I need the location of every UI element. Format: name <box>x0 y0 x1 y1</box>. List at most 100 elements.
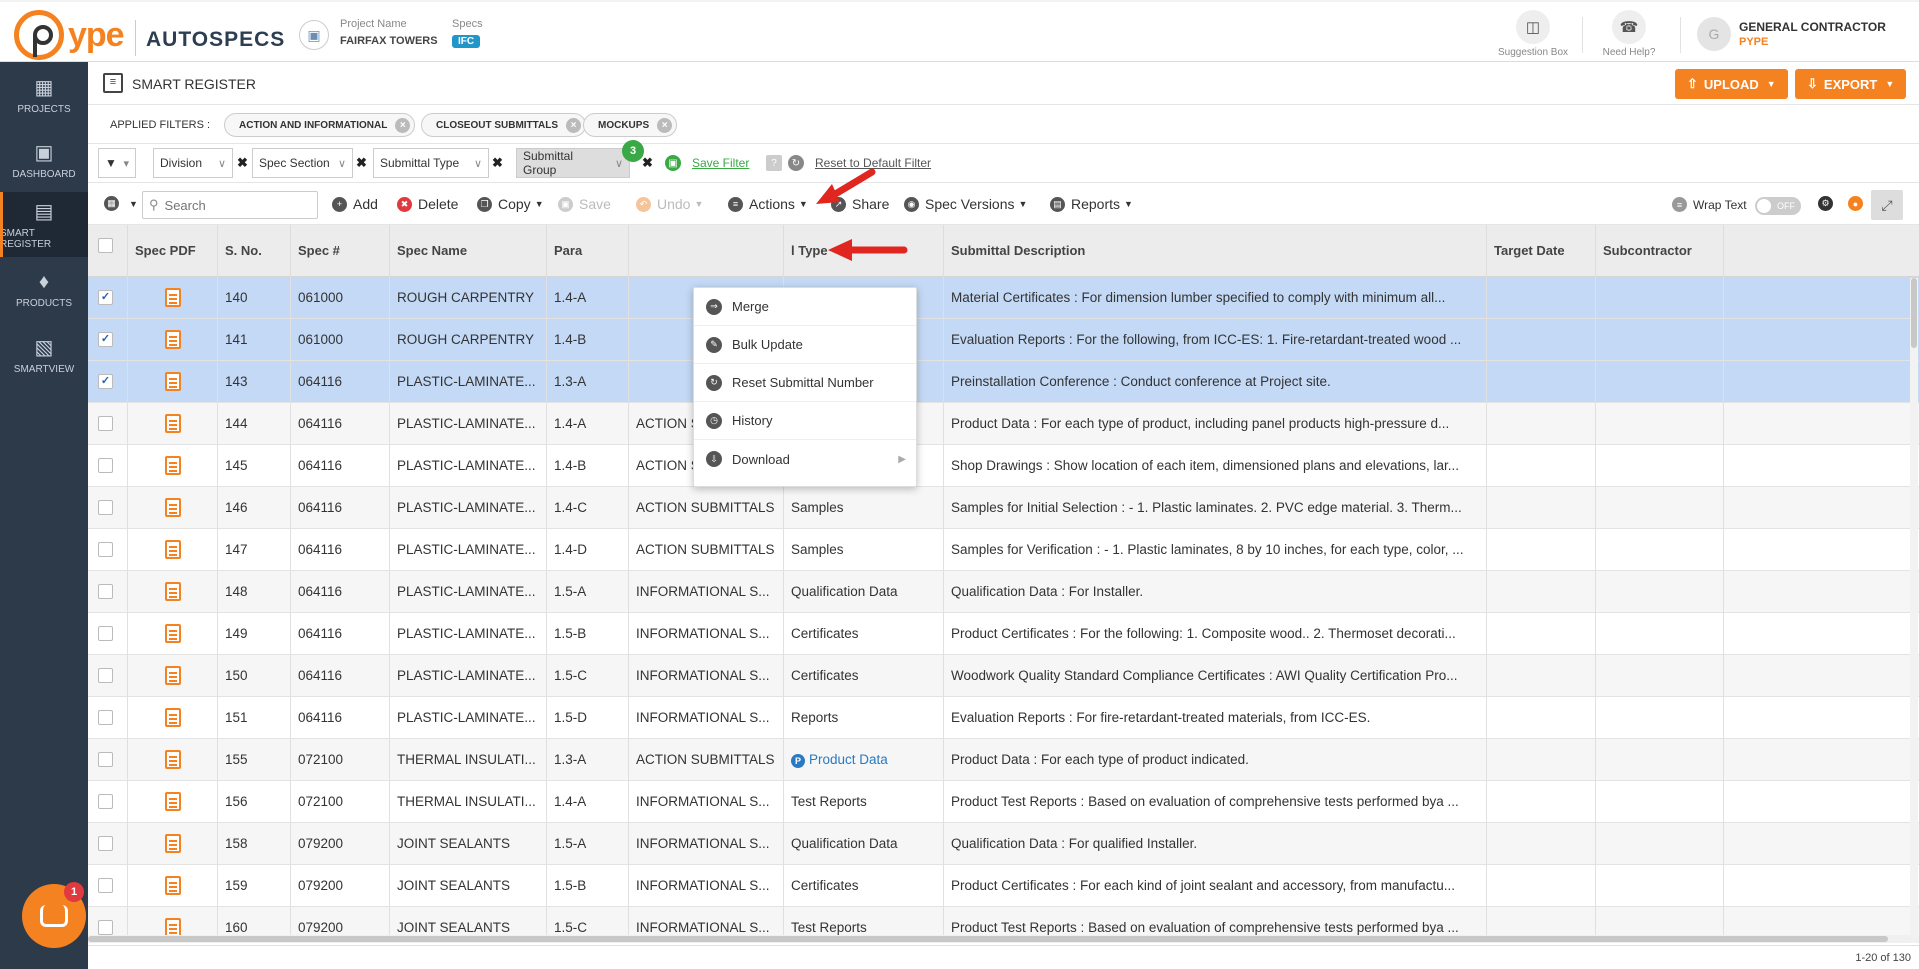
grid-cell[interactable]: PLASTIC-LAMINATE... <box>390 697 547 739</box>
grid-cell[interactable]: 072100 <box>291 739 390 781</box>
grid-cell[interactable] <box>128 277 218 319</box>
grid-cell[interactable]: Product Test Reports : Based on evaluati… <box>944 781 1487 823</box>
table-row[interactable]: 147 064116 PLASTIC-LAMINATE... 1.4-D ACTION … <box>88 529 1919 571</box>
column-header[interactable]: Spec # <box>291 225 390 277</box>
grid-cell[interactable]: 148 <box>218 571 291 613</box>
table-row[interactable]: 149 064116 PLASTIC-LAMINATE... 1.5-B INFORMA… <box>88 613 1919 655</box>
grid-cell[interactable]: 141 <box>218 319 291 361</box>
filter-chip[interactable]: ACTION AND INFORMATIONAL × <box>224 113 416 137</box>
filter-chip[interactable]: MOCKUPS × <box>583 113 678 137</box>
filter-chip[interactable]: CLOSEOUT SUBMITTALS × <box>421 113 587 137</box>
grid-cell[interactable] <box>128 781 218 823</box>
pdf-icon[interactable] <box>164 750 181 769</box>
grid-cell[interactable]: ACTION SUBMITTALS <box>629 487 784 529</box>
grid-cell[interactable]: Test Reports <box>784 781 944 823</box>
table-row[interactable]: ✓140061000ROUGH CARPENTRY1.4-AficatesMat… <box>88 277 1919 319</box>
division-remove-icon[interactable]: ✖ <box>237 155 248 171</box>
grid-cell[interactable]: 1.5-D <box>547 697 629 739</box>
grid-cell[interactable]: PLASTIC-LAMINATE... <box>390 403 547 445</box>
subcontractor-cell[interactable] <box>1596 865 1724 907</box>
subcontractor-cell[interactable] <box>1596 361 1724 403</box>
grid-cell[interactable]: Shop Drawings : Show location of each it… <box>944 445 1487 487</box>
column-header[interactable]: Target Date <box>1487 225 1596 277</box>
grid-cell[interactable]: THERMAL INSULATI... <box>390 739 547 781</box>
column-header[interactable] <box>629 225 784 277</box>
target-date-cell[interactable] <box>1487 571 1596 613</box>
table-row[interactable]: ✓141061000ROUGH CARPENTRY1.4-BtsEvaluati… <box>88 319 1919 361</box>
pdf-icon[interactable] <box>164 498 181 517</box>
target-date-cell[interactable] <box>1487 781 1596 823</box>
table-row[interactable]: ✓143064116PLASTIC-LAMINATE...1.3-AingsPr… <box>88 361 1919 403</box>
spec-section-filter[interactable]: Spec Section ∨ <box>252 148 353 178</box>
sidebar-item-smartview[interactable]: ▧ SMARTVIEW <box>0 322 88 387</box>
sidebar-item-dashboard[interactable]: ▣ DASHBOARD <box>0 127 88 192</box>
grid-cell[interactable]: Material Certificates : For dimension lu… <box>944 277 1487 319</box>
row-checkbox[interactable] <box>98 710 113 725</box>
grid-cell[interactable] <box>128 865 218 907</box>
row-checkbox[interactable] <box>98 458 113 473</box>
grid-cell[interactable]: 1.5-B <box>547 865 629 907</box>
spec-section-remove-icon[interactable]: ✖ <box>356 155 367 171</box>
checkbox-cell[interactable] <box>88 487 128 529</box>
grid-cell[interactable]: 143 <box>218 361 291 403</box>
grid-cell[interactable] <box>128 655 218 697</box>
close-icon[interactable]: × <box>566 117 582 133</box>
close-icon[interactable]: × <box>657 117 673 133</box>
grid-cell[interactable]: PLASTIC-LAMINATE... <box>390 361 547 403</box>
grid-cell[interactable]: 1.5-C <box>547 655 629 697</box>
pdf-icon[interactable] <box>164 834 181 853</box>
target-date-cell[interactable] <box>1487 865 1596 907</box>
grid-cell[interactable]: Woodwork Quality Standard Compliance Cer… <box>944 655 1487 697</box>
row-checkbox[interactable] <box>98 584 113 599</box>
column-header[interactable]: Submittal Description <box>944 225 1487 277</box>
table-row[interactable]: 148 064116 PLASTIC-LAMINATE... 1.5-A INFORMA… <box>88 571 1919 613</box>
target-date-cell[interactable] <box>1487 529 1596 571</box>
grid-cell[interactable]: Evaluation Reports : For fire-retardant-… <box>944 697 1487 739</box>
pdf-icon[interactable] <box>164 330 181 349</box>
grid-cell[interactable] <box>128 361 218 403</box>
grid-cell[interactable] <box>128 823 218 865</box>
subcontractor-cell[interactable] <box>1596 403 1724 445</box>
target-date-cell[interactable] <box>1487 277 1596 319</box>
menu-item-merge[interactable]: ⇒ Merge <box>694 288 916 326</box>
close-icon[interactable]: × <box>395 117 411 133</box>
filter-menu-button[interactable]: ▼ ▾ <box>98 148 136 178</box>
grid-cell[interactable]: Samples <box>784 487 944 529</box>
grid-cell[interactable]: Preinstallation Conference : Conduct con… <box>944 361 1487 403</box>
sidebar-item-smart-register[interactable]: ▤ SMART REGISTER <box>0 192 88 257</box>
target-date-cell[interactable] <box>1487 487 1596 529</box>
help-icon[interactable]: ? <box>766 155 782 171</box>
grid-cell[interactable]: 156 <box>218 781 291 823</box>
grid-cell[interactable]: 079200 <box>291 865 390 907</box>
actions-button[interactable]: ≡ Actions ▼ <box>728 196 808 212</box>
grid-cell[interactable]: ROUGH CARPENTRY <box>390 319 547 361</box>
grid-cell[interactable]: Product Certificates : For the following… <box>944 613 1487 655</box>
grid-cell[interactable]: Certificates <box>784 655 944 697</box>
scroll-thumb[interactable] <box>1911 278 1917 348</box>
grid-cell[interactable]: Evaluation Reports : For the following, … <box>944 319 1487 361</box>
grid-cell[interactable]: 147 <box>218 529 291 571</box>
table-row[interactable]: 150 064116 PLASTIC-LAMINATE... 1.5-C INFORMA… <box>88 655 1919 697</box>
subcontractor-cell[interactable] <box>1596 319 1724 361</box>
column-header[interactable]: Spec PDF <box>128 225 218 277</box>
table-row[interactable]: 145 064116 PLASTIC-LAMINATE... 1.4-B ACTION … <box>88 445 1919 487</box>
table-row[interactable]: 144 064116 PLASTIC-LAMINATE... 1.4-A ACTION … <box>88 403 1919 445</box>
checkbox-cell[interactable] <box>88 865 128 907</box>
row-checkbox[interactable] <box>98 752 113 767</box>
checkbox-cell[interactable]: ✓ <box>88 361 128 403</box>
column-header[interactable]: Para <box>547 225 629 277</box>
table-row[interactable]: 156 072100 THERMAL INSULATI... 1.4-A INFORMA… <box>88 781 1919 823</box>
pdf-icon[interactable] <box>164 666 181 685</box>
grid-cell[interactable]: 149 <box>218 613 291 655</box>
checkbox-cell[interactable] <box>88 823 128 865</box>
grid-cell[interactable]: Qualification Data : For qualified Insta… <box>944 823 1487 865</box>
checkbox-cell[interactable]: ✓ <box>88 277 128 319</box>
grid-cell[interactable]: 064116 <box>291 487 390 529</box>
pdf-icon[interactable] <box>164 624 181 643</box>
pdf-icon[interactable] <box>164 582 181 601</box>
copy-button[interactable]: ❐ Copy ▼ <box>477 196 544 212</box>
checkbox-cell[interactable] <box>88 613 128 655</box>
grid-cell[interactable]: ROUGH CARPENTRY <box>390 277 547 319</box>
grid-cell[interactable]: Qualification Data <box>784 571 944 613</box>
subcontractor-cell[interactable] <box>1596 781 1724 823</box>
